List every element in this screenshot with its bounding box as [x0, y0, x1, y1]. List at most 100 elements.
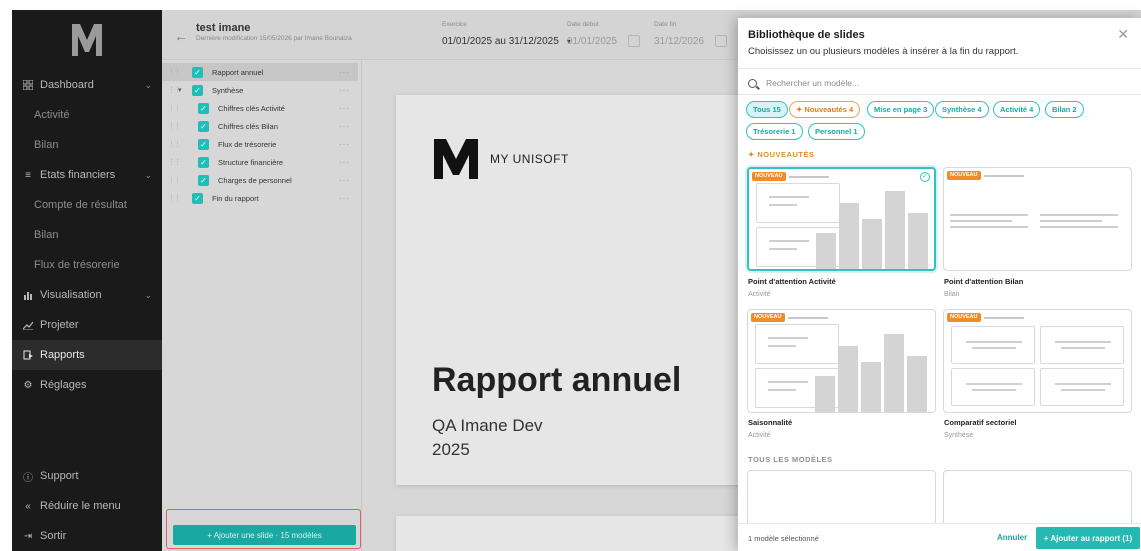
tree-item-rapport-annuel[interactable]: ⋮⋮ ✓ Rapport annuel ··· [162, 63, 358, 81]
close-icon[interactable]: ✕ [1117, 26, 1129, 43]
more-icon[interactable]: ··· [339, 194, 350, 203]
placeholder-bar [862, 219, 882, 269]
divider [738, 94, 1141, 95]
more-icon[interactable]: ··· [339, 176, 350, 185]
checkbox[interactable]: ✓ [192, 84, 203, 96]
card-name: Saisonnalité [748, 418, 793, 427]
card-category: Activité [748, 432, 771, 439]
menu-icon: ≡ [25, 169, 31, 181]
tree-item-fin-du-rapport[interactable]: ⋮⋮ ✓ Fin du rapport ··· [162, 189, 358, 207]
support-link[interactable]: ⓘ Support [12, 461, 162, 491]
app-logo[interactable] [12, 10, 162, 70]
drag-handle-icon[interactable]: ⋮⋮ [168, 68, 181, 76]
more-icon[interactable]: ··· [339, 86, 350, 95]
sidebar-item-etats-financiers[interactable]: ≡ Etats financiers ⌄ [12, 160, 162, 190]
sidebar-item-compte-de-resultat[interactable]: Compte de résultat [12, 190, 162, 220]
chip-synthese[interactable]: Synthèse 4 [935, 101, 989, 118]
tree-item-chiffres-cles-bilan[interactable]: ⋮⋮ ✓ Chiffres clés Bilan ··· [162, 117, 358, 135]
checkbox[interactable]: ✓ [198, 156, 209, 168]
more-icon[interactable]: ··· [339, 68, 350, 77]
tree-item-label: Structure financière [218, 157, 284, 167]
tree-item-structure-financiere[interactable]: ⋮⋮ ✓ Structure financière ··· [162, 153, 358, 171]
new-badge: NOUVEAU [947, 171, 981, 180]
drag-handle-icon[interactable]: ⋮⋮ [168, 122, 181, 130]
gear-icon: ⚙ [23, 379, 33, 391]
sidebar-item-bilan-2[interactable]: Bilan [12, 220, 162, 250]
cancel-button[interactable]: Annuler [997, 533, 1027, 542]
slide-subtitle: QA Imane Dev [432, 416, 543, 435]
new-badge: NOUVEAU [947, 313, 981, 322]
more-icon[interactable]: ··· [339, 140, 350, 149]
reduce-menu-button[interactable]: « Réduire le menu [12, 491, 162, 521]
template-card-point-attention-activite[interactable]: NOUVEAU ✓ [747, 167, 936, 271]
chip-mise-en-page[interactable]: Mise en page 3 [867, 101, 935, 118]
sidebar-item-activite[interactable]: Activité [12, 100, 162, 130]
checkbox[interactable]: ✓ [192, 66, 203, 78]
drag-handle-icon[interactable]: ⋮⋮ [168, 158, 181, 166]
exercise-select[interactable]: 01/01/2025 au 31/12/2025 ▾ [442, 36, 571, 47]
chip-tous[interactable]: Tous 15 [746, 101, 788, 118]
placeholder-line [1040, 226, 1118, 228]
chip-nouveautes[interactable]: ✦ Nouveautés 4 [789, 101, 861, 118]
sidebar-item-label: Activité [34, 109, 70, 121]
sidebar-item-label: Réglages [40, 379, 87, 391]
add-to-report-button[interactable]: + Ajouter au rapport (1) [1036, 527, 1140, 549]
tree-item-charges-de-personnel[interactable]: ⋮⋮ ✓ Charges de personnel ··· [162, 171, 358, 189]
chip-activite[interactable]: Activité 4 [993, 101, 1041, 118]
chevron-down-icon[interactable]: ▾ [178, 86, 182, 94]
back-arrow-icon[interactable]: ← [174, 28, 188, 44]
tree-item-flux-de-tresorerie[interactable]: ⋮⋮ ✓ Flux de trésorerie ··· [162, 135, 358, 153]
add-slide-highlight: + Ajouter une slide · 15 modèles [166, 509, 361, 549]
sidebar-item-rapports[interactable]: Rapports [12, 340, 162, 370]
template-card-point-attention-bilan[interactable]: NOUVEAU [943, 167, 1132, 271]
checkbox[interactable]: ✓ [198, 120, 209, 132]
slide-brand: MY UNISOFT [490, 152, 569, 166]
calendar-icon[interactable] [715, 35, 727, 47]
checkbox[interactable]: ✓ [198, 102, 209, 114]
chip-tresorerie[interactable]: Trésorerie 1 [746, 123, 803, 140]
sidebar-item-reglages[interactable]: ⚙ Réglages [12, 370, 162, 400]
calendar-icon[interactable] [628, 35, 640, 47]
sidebar-item-flux-de-tresorerie[interactable]: Flux de trésorerie [12, 250, 162, 280]
sidebar-item-visualisation[interactable]: Visualisation ⌄ [12, 280, 162, 310]
logo-icon [72, 24, 102, 56]
placeholder-bar [908, 213, 928, 269]
drag-handle-icon[interactable]: ⋮⋮ [168, 194, 181, 202]
sidebar-item-bilan[interactable]: Bilan [12, 130, 162, 160]
placeholder-line [789, 176, 829, 178]
sidebar-item-label: Projeter [40, 319, 79, 331]
end-date-field[interactable]: 31/12/2026 [654, 36, 704, 47]
placeholder-line [984, 317, 1024, 319]
drag-handle-icon[interactable]: ⋮⋮ [168, 104, 181, 112]
checkbox[interactable]: ✓ [198, 138, 209, 150]
search-input[interactable]: Rechercher un modèle... [766, 78, 859, 88]
sidebar-item-label: Bilan [34, 229, 59, 241]
section-all-label: TOUS LES MODÈLES [748, 455, 833, 464]
more-icon[interactable]: ··· [339, 104, 350, 113]
tree-item-synthese[interactable]: ⋮⋮ ▾ ✓ Synthèse ··· [162, 81, 358, 99]
add-slide-button[interactable]: + Ajouter une slide · 15 modèles [173, 525, 356, 545]
logout-button[interactable]: ⇥ Sortir [12, 521, 162, 551]
selection-count: 1 modèle sélectionné [748, 534, 819, 543]
more-icon[interactable]: ··· [339, 158, 350, 167]
slide-preview[interactable]: MY UNISOFT Rapport annuel QA Imane Dev 2… [396, 95, 776, 485]
more-icon[interactable]: ··· [339, 122, 350, 131]
sidebar-item-projeter[interactable]: Projeter [12, 310, 162, 340]
slide-preview-next[interactable] [396, 516, 776, 551]
checkbox[interactable]: ✓ [192, 192, 203, 204]
checkbox[interactable]: ✓ [198, 174, 209, 186]
drag-handle-icon[interactable]: ⋮⋮ [168, 140, 181, 148]
template-card-saisonnalite[interactable]: NOUVEAU [747, 309, 936, 413]
start-date-field[interactable]: 01/01/2025 [567, 36, 617, 47]
chip-personnel[interactable]: Personnel 1 [808, 123, 865, 140]
drag-handle-icon[interactable]: ⋮⋮ [168, 176, 181, 184]
tree-item-label: Rapport annuel [212, 67, 264, 77]
chevron-down-icon: ⌄ [144, 289, 152, 300]
search-field[interactable]: Rechercher un modèle... [748, 78, 859, 88]
chart-icon [22, 289, 34, 301]
chip-bilan[interactable]: Bilan 2 [1045, 101, 1084, 118]
placeholder-bar [839, 203, 859, 269]
tree-item-chiffres-cles-activite[interactable]: ⋮⋮ ✓ Chiffres clés Activité ··· [162, 99, 358, 117]
sidebar-item-dashboard[interactable]: Dashboard ⌄ [12, 70, 162, 100]
template-card-comparatif-sectoriel[interactable]: NOUVEAU [943, 309, 1132, 413]
